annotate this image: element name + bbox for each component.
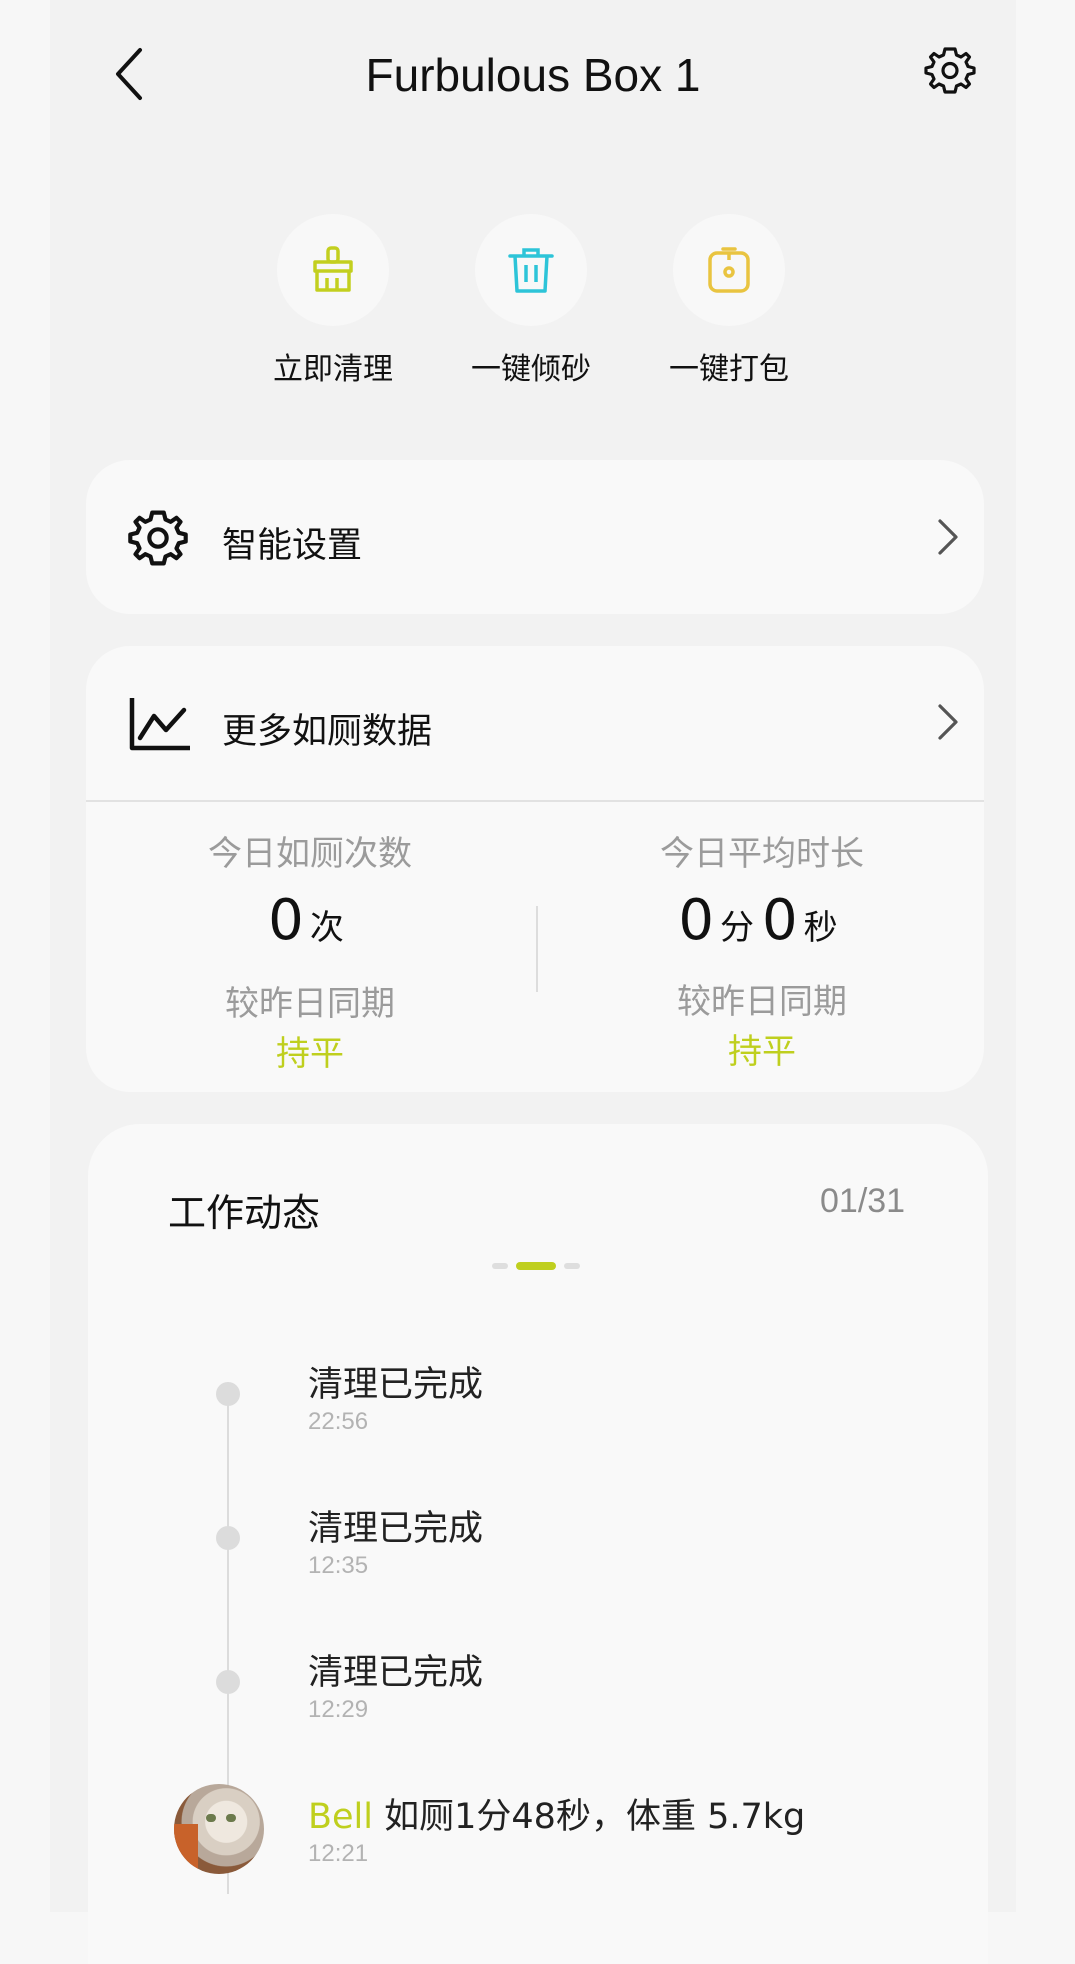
broom-icon [313, 246, 353, 292]
gear-icon [924, 47, 976, 94]
cat-avatar[interactable] [174, 1784, 264, 1874]
avg-duration-title: 今日平均时长 [660, 834, 864, 874]
pager-indicator[interactable] [492, 1262, 584, 1270]
device-settings-button[interactable] [924, 44, 976, 96]
toilet-stats-card: 更多如厕数据 今日如厕次数 0次 较昨日同期 持平 今日平均时长 0分0秒 较昨… [86, 646, 984, 1092]
package-icon [708, 247, 750, 293]
today-count-trend: 持平 [276, 1034, 344, 1074]
dump-litter-label: 一键倾砂 [471, 352, 591, 387]
clean-now-button[interactable]: 立即清理 [253, 214, 413, 388]
page-title: Furbulous Box 1 [365, 49, 701, 101]
one-key-pack-circle [673, 214, 785, 326]
today-count-number: 0 [268, 888, 304, 953]
avg-min-number: 0 [678, 888, 714, 953]
divider [86, 800, 984, 802]
today-count-unit: 次 [309, 908, 344, 948]
pager-dot [564, 1263, 580, 1269]
smart-settings-row[interactable]: 智能设置 [86, 460, 984, 614]
pager-dot [492, 1263, 508, 1269]
dump-litter-button[interactable]: 一键倾砂 [451, 214, 611, 388]
trash-icon [508, 248, 554, 293]
line-chart-icon [129, 698, 190, 751]
cat-eye [226, 1814, 236, 1822]
avg-duration-trend: 持平 [728, 1032, 796, 1072]
phone-screen: Furbulous Box 1 立即清理 一键倾砂 一键打包 智能设置 更多如厕… [50, 0, 1016, 1964]
one-key-pack-label: 一键打包 [669, 352, 789, 387]
cat-event-time: 12:21 [308, 1840, 369, 1867]
timeline-dot [216, 1382, 240, 1406]
chevron-right-icon [938, 519, 958, 555]
timeline-time: 12:35 [308, 1552, 369, 1579]
avg-sec-unit: 秒 [803, 908, 838, 948]
avg-sec-number: 0 [762, 888, 798, 953]
pager-dot-active [516, 1262, 556, 1270]
timeline-time: 12:29 [308, 1696, 369, 1723]
cat-eye [206, 1814, 216, 1822]
one-key-pack-button[interactable]: 一键打包 [649, 214, 809, 388]
cat-name: Bell [308, 1797, 373, 1837]
today-count-compare: 较昨日同期 [225, 984, 395, 1024]
dump-litter-circle [475, 214, 587, 326]
more-data-label: 更多如厕数据 [222, 712, 433, 752]
clean-now-circle [277, 214, 389, 326]
avg-min-unit: 分 [720, 908, 754, 948]
timeline-time: 22:56 [308, 1408, 369, 1435]
cat-orange-patch [174, 1824, 198, 1874]
smart-settings-label: 智能设置 [222, 526, 363, 566]
timeline-text: 清理已完成 [308, 1653, 484, 1693]
more-data-row[interactable]: 更多如厕数据 [86, 646, 984, 802]
chevron-right-icon [938, 704, 958, 740]
timeline-dot [216, 1526, 240, 1550]
clean-now-label: 立即清理 [273, 352, 393, 387]
activity-page-counter: 01/31 [820, 1182, 906, 1220]
avg-duration-compare: 较昨日同期 [677, 982, 847, 1022]
activity-title: 工作动态 [168, 1191, 321, 1235]
today-count-value: 0次 [110, 888, 510, 953]
timeline-dot [216, 1670, 240, 1694]
timeline-text: 清理已完成 [308, 1509, 484, 1549]
today-count-title: 今日如厕次数 [208, 834, 412, 874]
timeline-text: 清理已完成 [308, 1365, 484, 1405]
cat-event-text: Bell 如厕1分48秒，体重 5.7kg [308, 1788, 805, 1839]
cat-event-detail: 如厕1分48秒，体重 5.7kg [384, 1797, 806, 1837]
stats-divider [536, 906, 538, 992]
avg-duration-value: 0分0秒 [562, 888, 962, 953]
activity-card: 工作动态 01/31 清理已完成 22:56 清理已完成 12:35 清理已完成… [88, 1124, 988, 1964]
gear-icon [128, 510, 188, 566]
